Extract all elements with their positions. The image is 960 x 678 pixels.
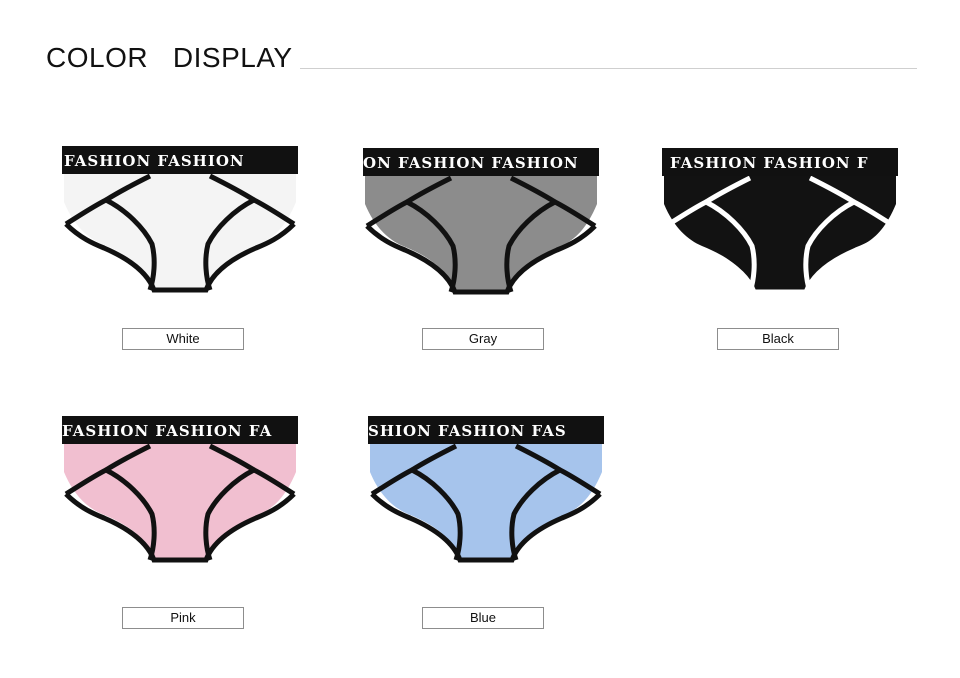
svg-text:SHION FASHION FAS: SHION FASHION FAS: [368, 422, 567, 440]
color-label-blue[interactable]: Blue: [422, 607, 544, 629]
title-divider: [300, 68, 917, 69]
product-image-pink: FASHION FASHION FA: [60, 410, 300, 570]
color-label-pink[interactable]: Pink: [122, 607, 244, 629]
color-label-black[interactable]: Black: [717, 328, 839, 350]
product-image-black: FASHION FASHION F: [660, 142, 900, 302]
color-label-white[interactable]: White: [122, 328, 244, 350]
svg-text:ON FASHION FASHION: ON FASHION FASHION: [363, 154, 579, 172]
svg-text:FASHION FASHION: FASHION FASHION: [64, 152, 245, 170]
page-title: COLOR DISPLAY: [46, 42, 293, 73]
product-image-gray: ON FASHION FASHION: [361, 142, 601, 302]
product-image-white: FASHION FASHION: [60, 140, 300, 300]
color-label-gray[interactable]: Gray: [422, 328, 544, 350]
svg-text:FASHION FASHION F: FASHION FASHION F: [670, 154, 869, 172]
svg-text:FASHION FASHION FA: FASHION FASHION FA: [62, 422, 272, 440]
product-image-blue: SHION FASHION FAS: [366, 410, 606, 570]
